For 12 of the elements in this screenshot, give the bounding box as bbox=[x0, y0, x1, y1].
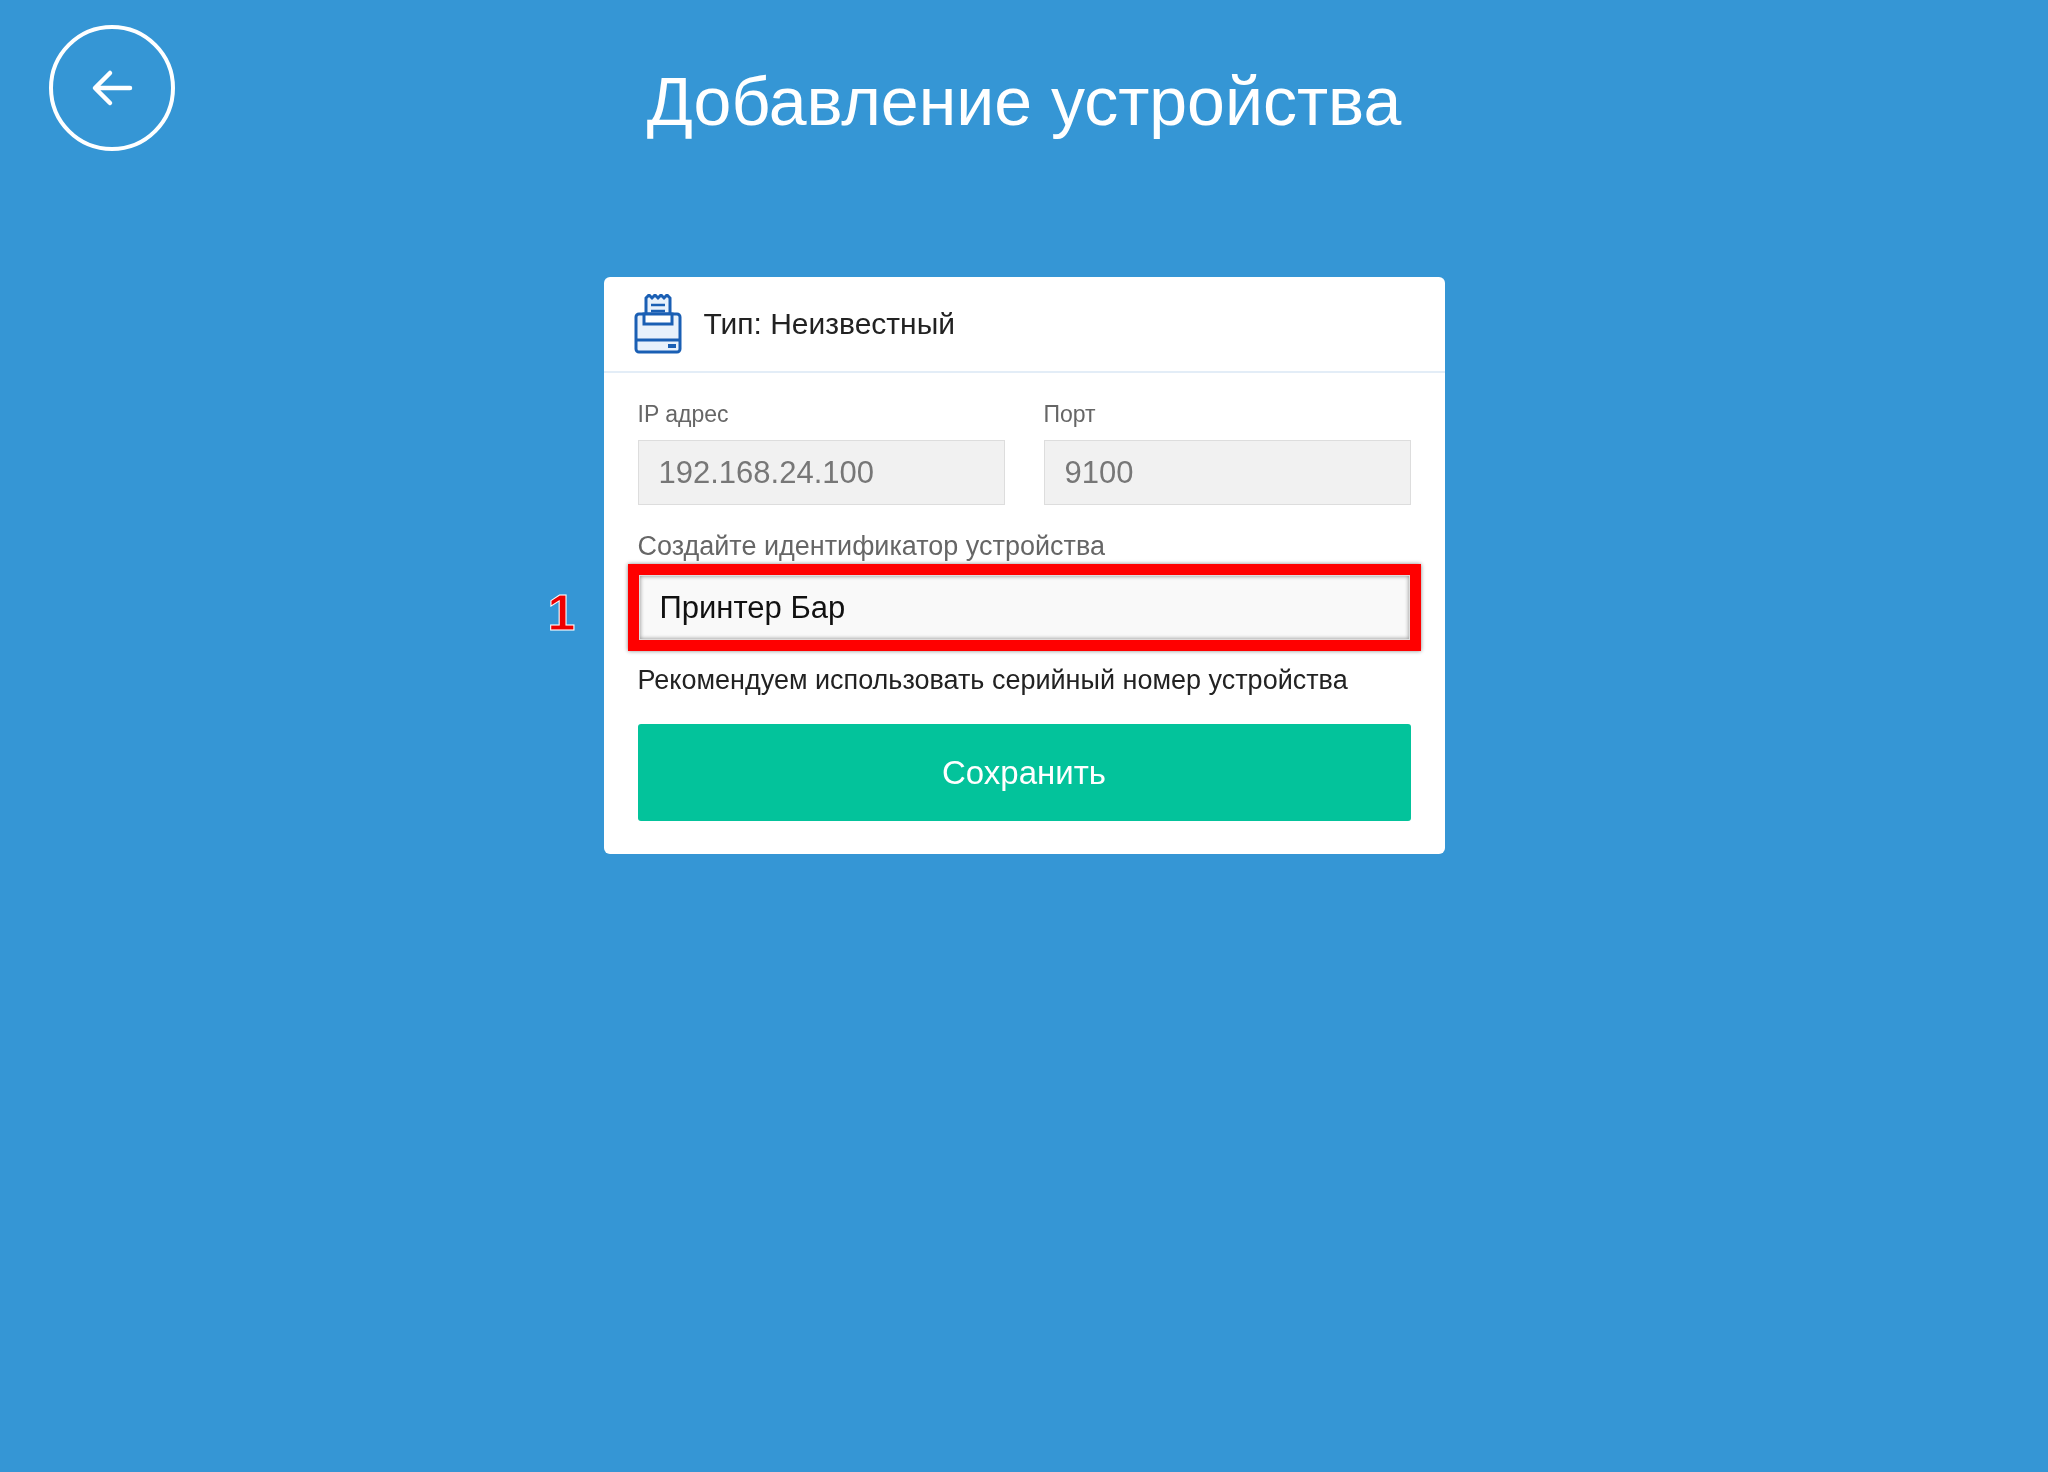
save-button[interactable]: Сохранить bbox=[637, 724, 1411, 821]
field-label: IP адрес bbox=[637, 401, 730, 428]
field-label: Создайте идентификатор устройства bbox=[637, 531, 1106, 562]
back-arrow-icon bbox=[90, 68, 134, 108]
field-label: Порт bbox=[1043, 401, 1097, 428]
identifier-field[interactable]: Принтер Бар bbox=[638, 575, 1410, 640]
page-title: Добавление устройства bbox=[646, 62, 1402, 140]
annotation-number: 1 bbox=[547, 584, 576, 642]
receipt-printer-icon bbox=[633, 294, 682, 354]
device-type: Тип: Неизвестный bbox=[703, 307, 955, 341]
back-button[interactable] bbox=[49, 25, 175, 151]
hint-text: Рекомендуем использовать серийный номер устройства bbox=[637, 665, 1349, 696]
